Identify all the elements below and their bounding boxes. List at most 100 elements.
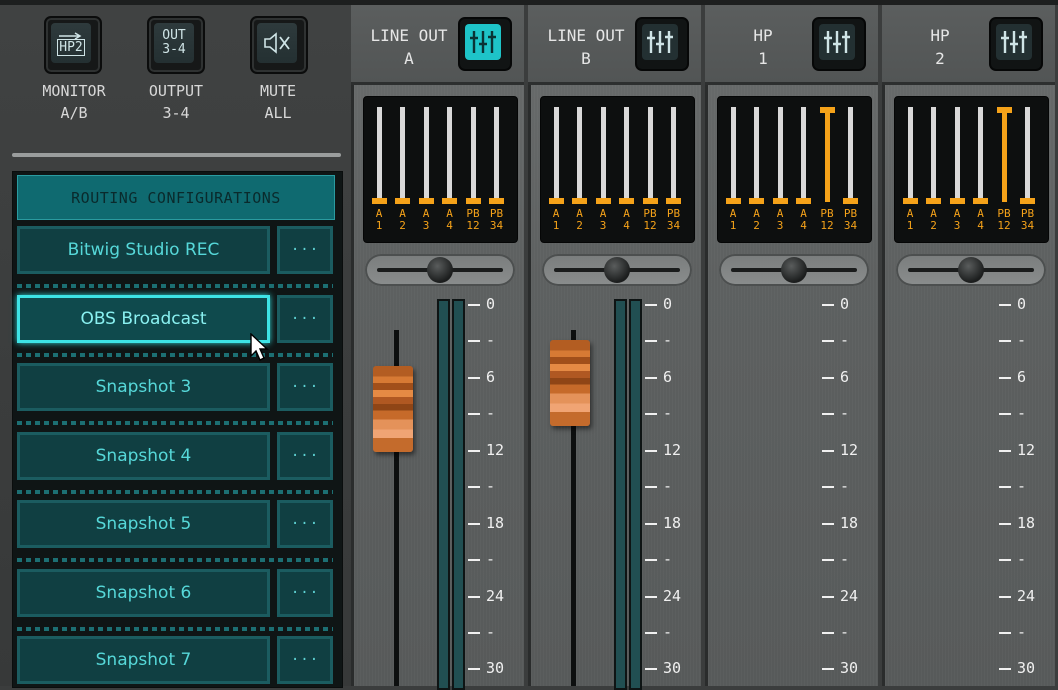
meter-input-label: PB 34 xyxy=(1016,208,1040,232)
meter-label-bottom: 1 xyxy=(729,219,737,232)
meter-level-cap xyxy=(902,198,918,204)
routing-config-button[interactable]: Snapshot 4 xyxy=(17,432,270,480)
meter-level-cap xyxy=(843,198,858,204)
meter-label-bottom: 3 xyxy=(776,219,784,232)
db-scale-value: - xyxy=(1017,331,1027,349)
meter-bar xyxy=(470,107,476,202)
db-scale-mark: 0 xyxy=(999,295,1026,313)
pan-slider[interactable] xyxy=(542,254,692,286)
routing-separator xyxy=(17,490,333,494)
meter-level-cap xyxy=(442,198,457,204)
db-scale-mark: - xyxy=(999,623,1026,641)
db-scale-mark: 0 xyxy=(822,295,849,313)
level-meter-left xyxy=(614,299,627,690)
output-3-4-icon: OUT 3-4 xyxy=(154,23,194,63)
db-scale-value: - xyxy=(663,550,673,568)
pan-slider[interactable] xyxy=(719,254,869,286)
pan-slider[interactable] xyxy=(365,254,515,286)
mixer-button[interactable] xyxy=(458,17,512,71)
meter-input-label: PB 34 xyxy=(839,208,863,232)
db-scale-mark: - xyxy=(999,477,1026,495)
monitor-ab-button[interactable]: HP2 xyxy=(44,16,102,74)
meter-level-cap xyxy=(772,198,788,204)
db-scale-mark: 18 xyxy=(999,514,1035,532)
meter-label-bottom: 34 xyxy=(666,219,681,232)
routing-config-button[interactable]: Snapshot 6 xyxy=(17,569,270,617)
meter-label-bottom: 3 xyxy=(953,219,961,232)
meter-bar xyxy=(954,107,960,202)
meter-input-label: PB 12 xyxy=(638,208,662,232)
db-scale-value: 12 xyxy=(840,441,859,459)
mute-all-button[interactable] xyxy=(250,16,308,74)
routing-config-more-button[interactable]: ··· xyxy=(277,295,333,343)
meter-label-bottom: 12 xyxy=(997,219,1011,232)
mixer-button[interactable] xyxy=(989,17,1043,71)
output-3-4-button[interactable]: OUT 3-4 xyxy=(147,16,205,74)
routing-config-button[interactable]: Snapshot 7 xyxy=(17,636,270,684)
pan-slider[interactable] xyxy=(896,254,1046,286)
routing-config-button[interactable]: Snapshot 5 xyxy=(17,500,270,548)
routing-config-more-button[interactable]: ··· xyxy=(277,500,333,548)
routing-config-button[interactable]: Bitwig Studio REC xyxy=(17,226,270,274)
meter-label-bottom: 34 xyxy=(1020,219,1035,232)
level-meter-right xyxy=(452,299,465,690)
meter-bar xyxy=(824,107,830,202)
db-scale-value: 6 xyxy=(663,368,673,386)
routing-config-more-button[interactable]: ··· xyxy=(277,363,333,411)
pan-knob[interactable] xyxy=(427,257,453,283)
db-scale-value: 6 xyxy=(840,368,850,386)
db-scale-value: 18 xyxy=(840,514,859,532)
routing-config-button[interactable]: Snapshot 3 xyxy=(17,363,270,411)
mixer-button[interactable] xyxy=(635,17,689,71)
meter-bar xyxy=(801,107,806,202)
meter-input-label: A4 xyxy=(438,208,462,232)
meter-level-cap xyxy=(796,198,811,204)
routing-separator xyxy=(17,284,333,288)
meter-input-label: A1 xyxy=(367,208,391,232)
meter-input-label: A4 xyxy=(969,208,993,232)
meter-input-label: PB 34 xyxy=(662,208,686,232)
channel-title: LINE OUT B xyxy=(531,24,641,70)
meter-bridge: A 1 A 2 A 3 A 4 PB 12 PB 34 xyxy=(540,96,695,243)
db-scale-value: 0 xyxy=(486,295,496,313)
mixer-button[interactable] xyxy=(812,17,866,71)
meter-label-bottom: 34 xyxy=(489,219,504,232)
db-scale-mark: - xyxy=(645,477,672,495)
meter-level-cap xyxy=(973,198,988,204)
meter-input-label: A2 xyxy=(568,208,592,232)
db-scale-mark: - xyxy=(645,623,672,641)
routing-config-more-button[interactable]: ··· xyxy=(277,636,333,684)
monitor-ab-label: MONITOR A/B xyxy=(42,82,106,122)
routing-config-more-button[interactable]: ··· xyxy=(277,226,333,274)
meter-bar xyxy=(978,107,983,202)
meter-bar xyxy=(931,107,936,202)
db-scale-mark: 6 xyxy=(645,368,672,386)
db-scale-value: 18 xyxy=(486,514,505,532)
pan-knob[interactable] xyxy=(604,257,630,283)
db-scale-mark: - xyxy=(822,477,849,495)
meter-level-cap xyxy=(489,198,504,204)
pan-knob[interactable] xyxy=(958,257,984,283)
pan-knob[interactable] xyxy=(781,257,807,283)
db-scale-mark: 18 xyxy=(822,514,858,532)
routing-config-more-button[interactable]: ··· xyxy=(277,432,333,480)
db-scale-value: 18 xyxy=(1017,514,1036,532)
meter-label-bottom: 4 xyxy=(800,219,807,232)
meter-input-label: A1 xyxy=(544,208,568,232)
volume-fader-handle[interactable] xyxy=(373,366,413,452)
channel-title-line2: 2 xyxy=(935,49,945,68)
routing-config-button[interactable]: OBS Broadcast xyxy=(17,295,270,343)
db-scale-mark: - xyxy=(468,404,495,422)
meter-level-cap xyxy=(548,198,564,204)
routing-config-more-button[interactable]: ··· xyxy=(277,569,333,617)
db-scale-value: - xyxy=(486,550,496,568)
meter-bar xyxy=(494,107,499,202)
db-scale-mark: 0 xyxy=(468,295,495,313)
meter-level-cap xyxy=(371,198,387,204)
mixer-sliders-icon xyxy=(465,24,501,60)
db-scale-value: 6 xyxy=(1017,368,1027,386)
volume-fader-handle[interactable] xyxy=(550,340,590,426)
meter-input-label: A4 xyxy=(615,208,639,232)
meter-label-bottom: 2 xyxy=(576,219,583,232)
meter-bridge: A 1 A 2 A 3 A 4 PB 12 PB 34 xyxy=(717,96,872,243)
